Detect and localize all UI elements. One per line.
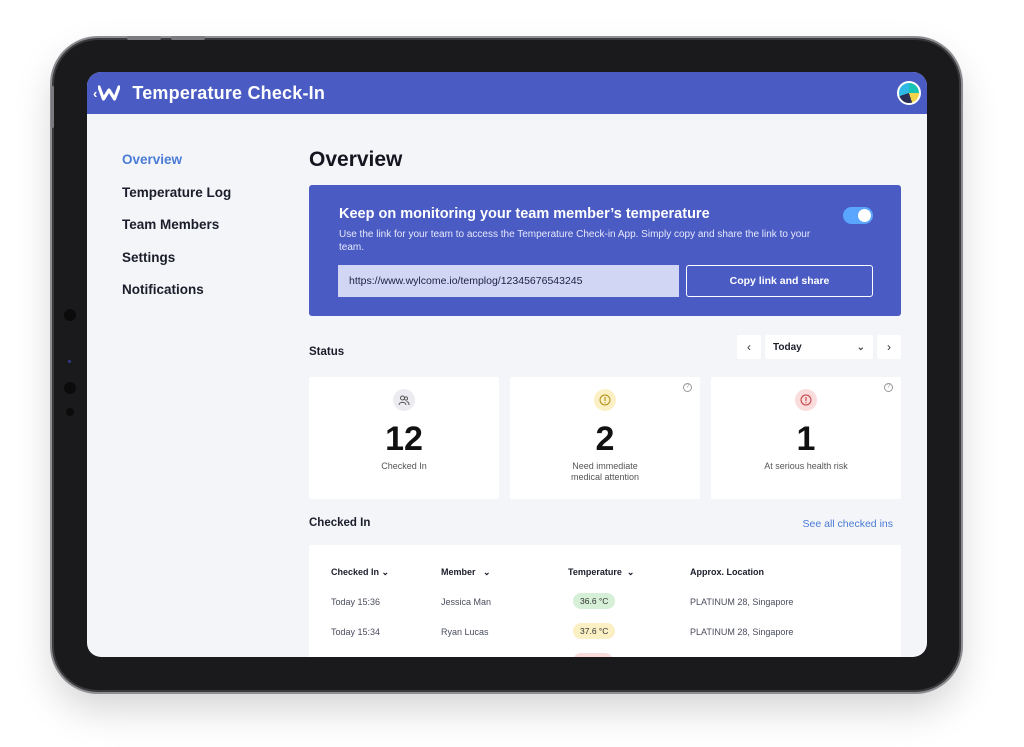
column-label: Temperature	[568, 567, 622, 577]
main-content: Overview Keep on monitoring your team me…	[309, 72, 901, 657]
help-icon[interactable]: ?	[683, 383, 692, 392]
checked-in-time: Today 15:36	[331, 597, 381, 607]
camera-icon	[66, 408, 74, 416]
temperature-badge: 37.6 °C	[573, 623, 616, 639]
device-button	[127, 36, 161, 40]
chevron-down-icon: ⌄	[856, 341, 865, 353]
location: PLATINUM 28, Singapore	[690, 597, 794, 607]
sidebar-item-temperature-log[interactable]: Temperature Log	[122, 185, 231, 218]
copy-link-button[interactable]: Copy link and share	[686, 265, 873, 297]
banner-title: Keep on monitoring your team member’s te…	[339, 206, 710, 222]
column-label: Approx. Location	[690, 567, 764, 577]
column-header-temperature[interactable]: Temperature ⌄	[568, 567, 634, 578]
temperature-badge: 36.6 °C	[573, 593, 616, 609]
see-all-link[interactable]: See all checked ins	[803, 518, 893, 530]
sidebar-item-notifications[interactable]: Notifications	[122, 282, 231, 315]
next-date-button[interactable]: ›	[877, 335, 901, 359]
status-label: Checked In	[381, 461, 427, 471]
checked-in-table: Checked In ⌄ Member ⌄ Temperature ⌄ Appr…	[309, 545, 901, 657]
back-arrow-icon[interactable]: ‹	[93, 86, 97, 101]
chevron-left-icon: ‹	[747, 340, 751, 354]
alert-icon	[795, 389, 817, 411]
page-title: Overview	[309, 148, 403, 171]
status-count: 12	[385, 420, 423, 458]
status-card-health-risk[interactable]: ? 1 At serious health risk	[711, 377, 901, 499]
toggle-knob	[858, 209, 871, 222]
status-count: 2	[595, 420, 615, 458]
column-header-checked-in[interactable]: Checked In ⌄	[331, 567, 389, 578]
column-label: Member	[441, 567, 476, 577]
status-heading: Status	[309, 346, 345, 358]
people-icon	[393, 389, 415, 411]
device-button	[51, 86, 54, 128]
date-navigator: ‹ Today ⌄ ›	[737, 335, 901, 359]
camera-icon	[64, 382, 76, 394]
member-name: Ryan Lucas	[441, 627, 489, 637]
share-link-banner: Keep on monitoring your team member’s te…	[309, 185, 901, 316]
status-label: Need immediate medical attention	[570, 461, 640, 482]
banner-description: Use the link for your team to access the…	[339, 229, 811, 253]
chevron-down-icon: ⌄	[381, 567, 390, 577]
checked-in-heading: Checked In	[309, 517, 371, 529]
app-screen: ‹ Temperature Check-In Overview Temperat…	[87, 72, 927, 657]
prev-date-button[interactable]: ‹	[737, 335, 761, 359]
status-cards: 12 Checked In ? 2 Need immediate medical…	[309, 377, 901, 499]
member-name: Jessica Man	[441, 597, 492, 607]
alert-icon	[594, 389, 616, 411]
app-title: Temperature Check-In	[132, 82, 326, 103]
camera-icon	[64, 309, 76, 321]
sidebar-item-team-members[interactable]: Team Members	[122, 217, 231, 250]
sidebar-item-settings[interactable]: Settings	[122, 250, 231, 283]
column-header-location: Approx. Location	[690, 567, 764, 577]
chevron-down-icon: ⌄	[483, 567, 491, 577]
monitoring-toggle[interactable]	[843, 207, 873, 224]
status-count: 1	[796, 420, 816, 458]
status-label: At serious health risk	[764, 461, 848, 471]
date-select-value: Today	[773, 341, 802, 353]
sidebar-nav: Overview Temperature Log Team Members Se…	[122, 152, 231, 315]
temperature-badge	[573, 653, 613, 657]
sidebar-item-overview[interactable]: Overview	[122, 152, 231, 185]
column-label: Checked In	[331, 567, 380, 577]
w-logo-icon	[98, 85, 121, 101]
status-card-medical-attention[interactable]: ? 2 Need immediate medical attention	[510, 377, 700, 499]
chevron-right-icon: ›	[887, 340, 891, 354]
column-header-member[interactable]: Member ⌄	[441, 567, 491, 578]
help-icon[interactable]: ?	[884, 383, 893, 392]
status-card-checked-in[interactable]: 12 Checked In	[309, 377, 499, 499]
chevron-down-icon: ⌄	[626, 567, 635, 577]
checked-in-time: Today 15:34	[331, 627, 381, 637]
sensor-dot	[68, 360, 71, 363]
location: PLATINUM 28, Singapore	[690, 627, 794, 637]
device-button	[171, 36, 205, 40]
date-select[interactable]: Today ⌄	[765, 335, 873, 359]
share-link-input[interactable]	[338, 265, 679, 297]
